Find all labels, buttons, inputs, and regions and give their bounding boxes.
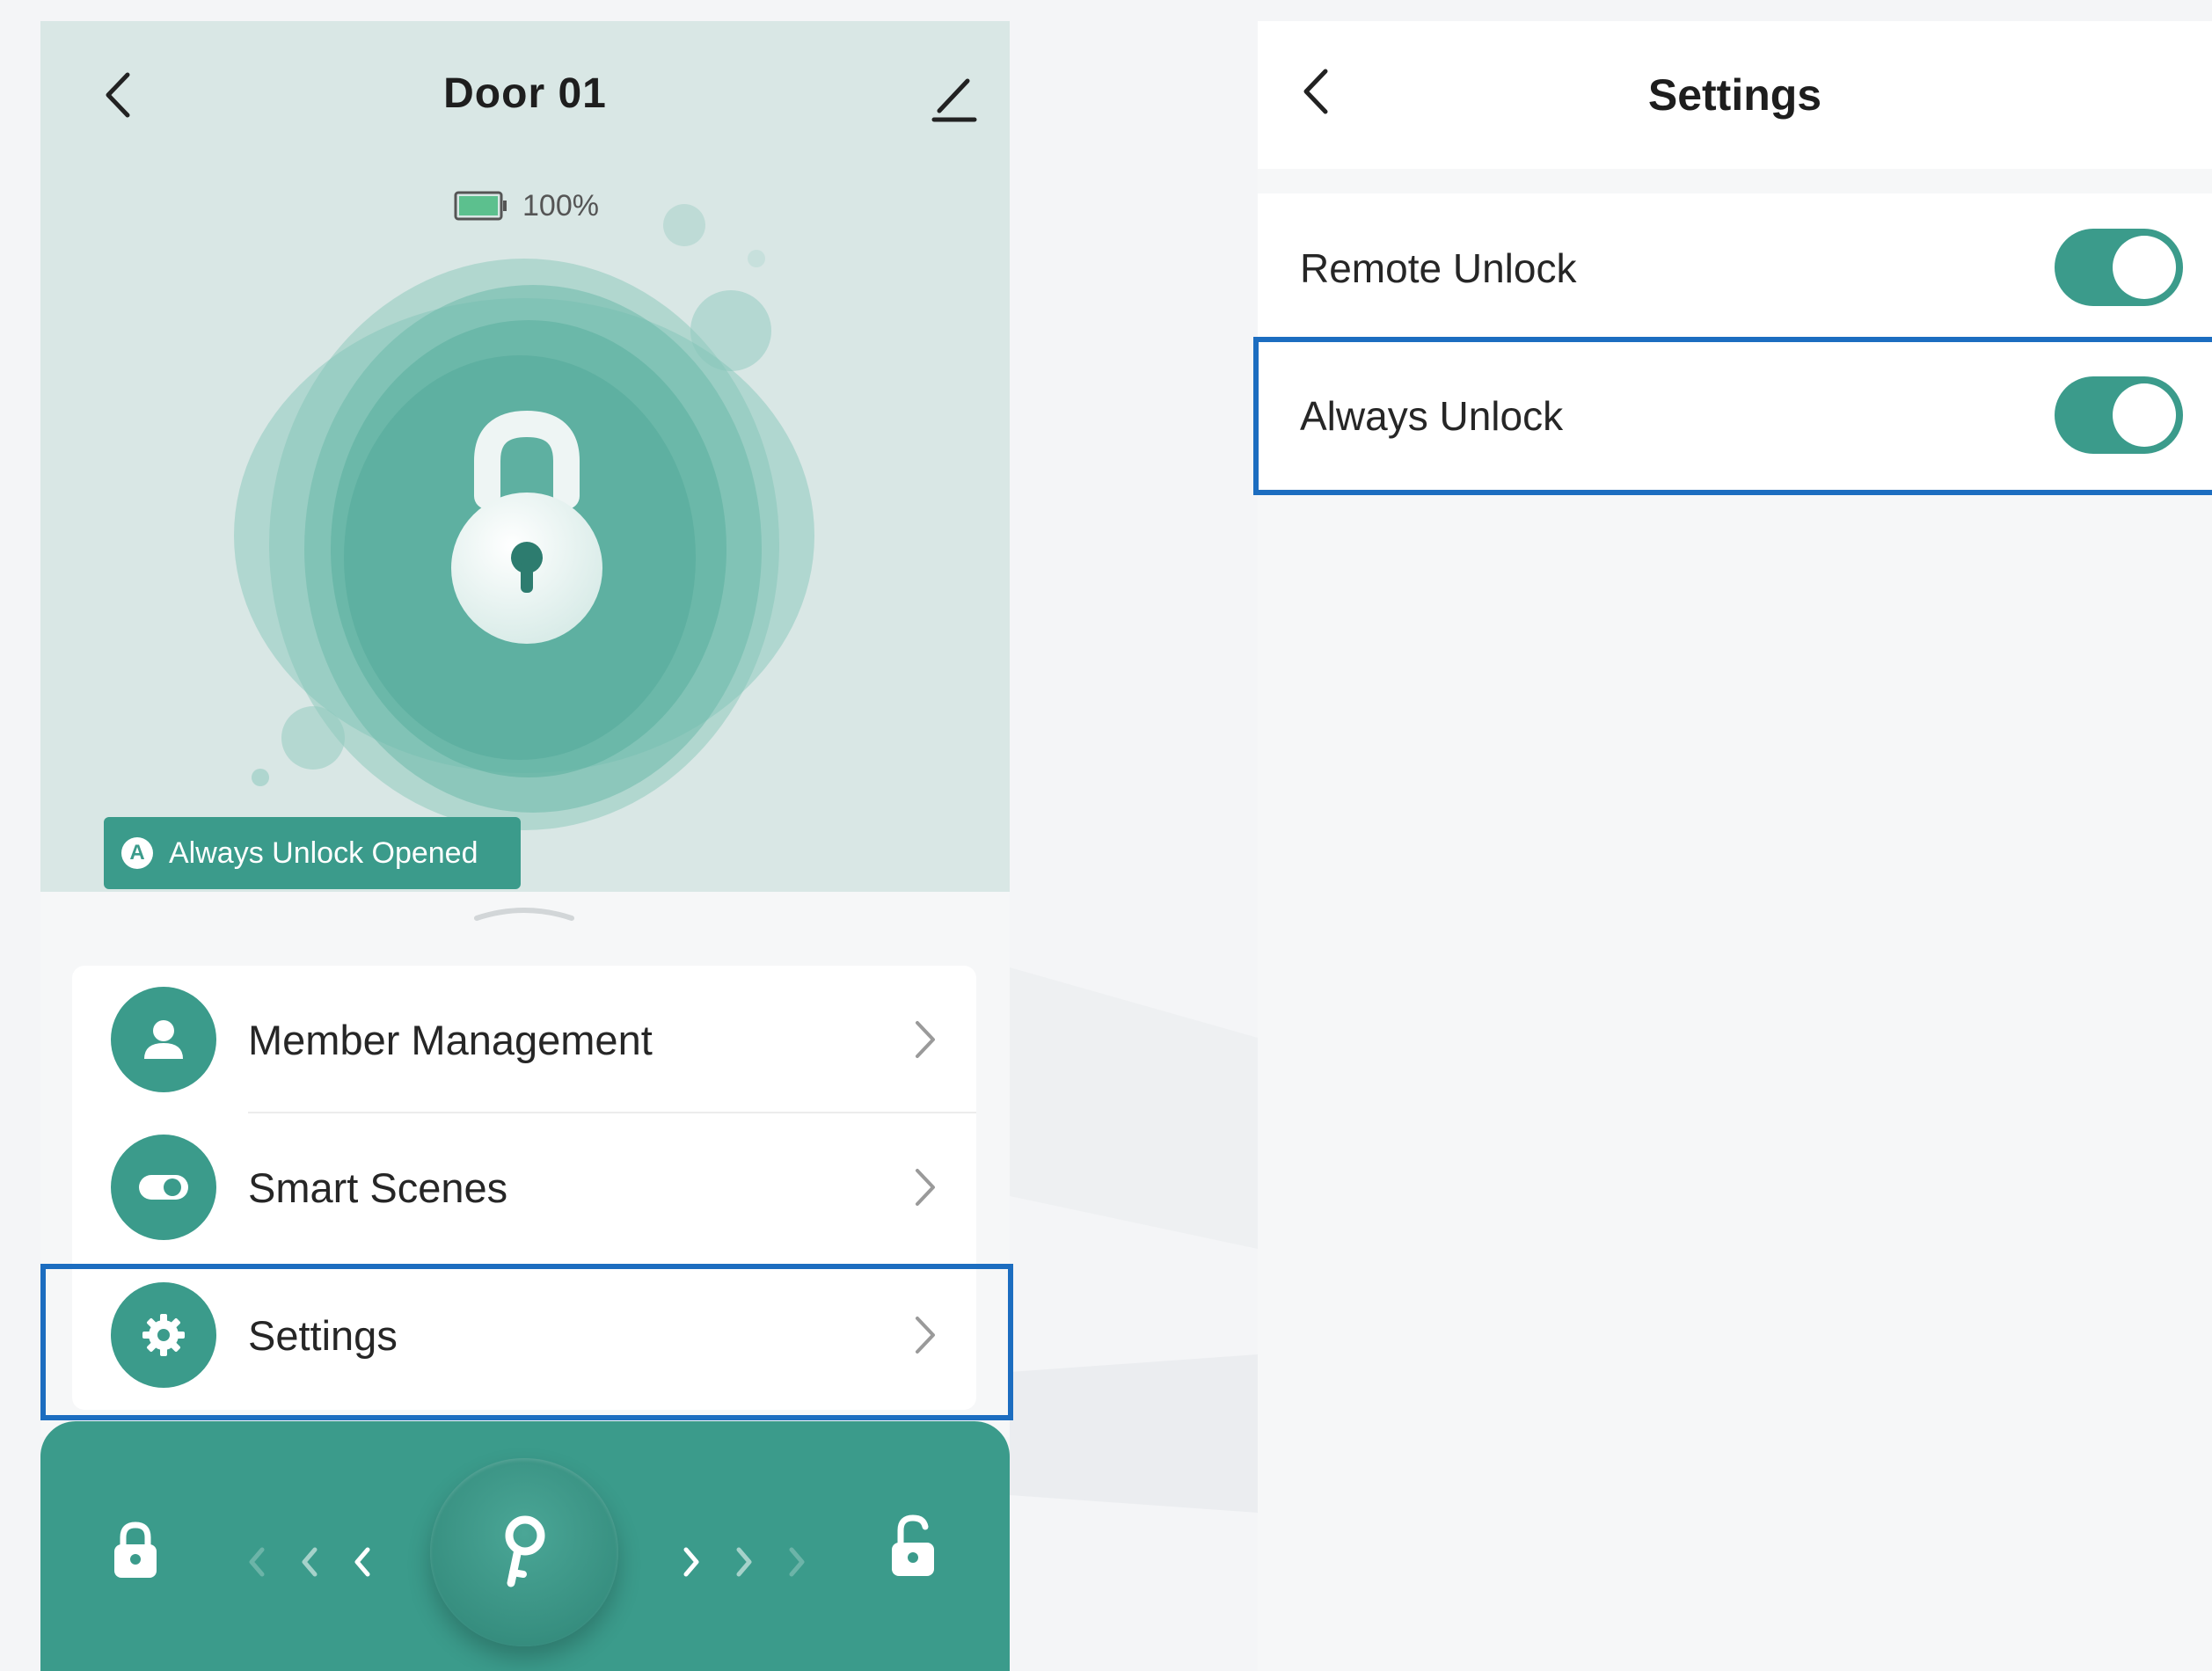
battery-percentage: 100% — [522, 188, 599, 223]
remote-unlock-toggle[interactable] — [2055, 229, 2183, 306]
page-title: Door 01 — [443, 70, 607, 117]
person-icon — [111, 987, 216, 1092]
menu-item-settings[interactable]: Settings — [72, 1261, 976, 1409]
sheet-drag-handle[interactable] — [471, 902, 577, 923]
settings-row-remote-unlock: Remote Unlock — [1258, 193, 2212, 341]
menu-item-label: Settings — [248, 1311, 398, 1359]
toggle-knob — [2113, 236, 2176, 299]
lock-illustration — [234, 204, 814, 830]
settings-header: Settings — [1258, 21, 2212, 169]
chevron-right-icon — [916, 1021, 935, 1058]
menu-item-member-management[interactable]: Member Management — [72, 966, 976, 1113]
swipe-right-arrows-icon — [683, 1547, 805, 1577]
swipe-left-arrows-icon — [249, 1547, 370, 1577]
battery-icon — [454, 191, 507, 221]
status-text: Always Unlock Opened — [169, 836, 478, 870]
lock-closed-icon[interactable] — [109, 1518, 162, 1581]
toggle-scene-icon — [111, 1135, 216, 1240]
menu-sheet: Member Management Smart Scenes Settings — [40, 892, 1010, 1437]
menu-list: Member Management Smart Scenes Settings — [72, 966, 976, 1410]
slide-to-unlock-button[interactable] — [430, 1458, 618, 1646]
unlock-action-bar — [40, 1421, 1010, 1671]
always-unlock-label: Always Unlock — [1300, 393, 1564, 439]
toggle-knob — [2113, 383, 2176, 447]
auto-mode-icon: A — [121, 837, 153, 869]
menu-item-smart-scenes[interactable]: Smart Scenes — [72, 1113, 976, 1261]
edit-name-button[interactable] — [931, 72, 978, 125]
settings-row-always-unlock: Always Unlock — [1258, 341, 2212, 489]
lock-hero-panel: Door 01 100% A Always Unlock Opened — [40, 21, 1010, 892]
lock-detail-screen: Door 01 100% A Always Unlock Opened Memb… — [40, 21, 1013, 1671]
menu-item-label: Member Management — [248, 1016, 653, 1063]
battery-status: 100% — [454, 186, 599, 225]
pencil-icon — [931, 78, 977, 122]
chevron-right-icon — [916, 1169, 935, 1206]
key-icon — [505, 1515, 545, 1587]
page-title: Settings — [1647, 70, 1822, 120]
remote-unlock-label: Remote Unlock — [1300, 245, 1577, 291]
gear-icon — [111, 1282, 216, 1388]
settings-screen: Settings Remote Unlock Always Unlock — [1258, 21, 2212, 1671]
always-unlock-toggle[interactable] — [2055, 376, 2183, 454]
status-badge: A Always Unlock Opened — [104, 817, 521, 889]
lock-open-icon[interactable] — [885, 1509, 941, 1580]
menu-item-label: Smart Scenes — [248, 1164, 508, 1211]
chevron-right-icon — [916, 1317, 935, 1354]
